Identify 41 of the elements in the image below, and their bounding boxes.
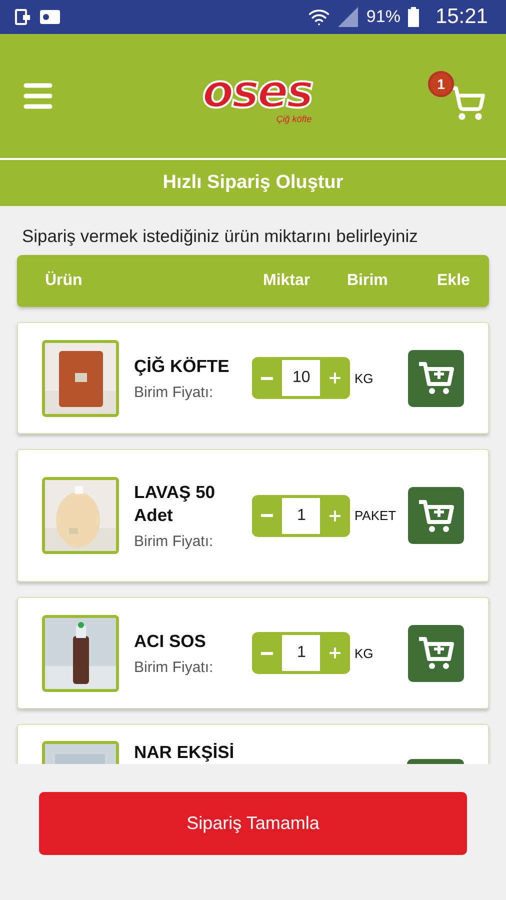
- product-name: ÇİĞ KÖFTE: [134, 355, 230, 378]
- complete-order-button[interactable]: Sipariş Tamamla: [39, 792, 467, 855]
- plus-icon: [327, 645, 344, 661]
- battery-level: 91%: [366, 7, 400, 27]
- minus-icon: [261, 514, 274, 517]
- column-header: Miktar: [263, 272, 312, 290]
- quantity-field[interactable]: 1: [282, 498, 320, 534]
- cart-icon[interactable]: [450, 85, 486, 121]
- add-to-cart-button[interactable]: [408, 624, 464, 682]
- unit-label: KG: [354, 370, 374, 386]
- cart-plus-icon: [416, 635, 455, 671]
- unit-price-label: Birim Fiyatı:: [134, 658, 214, 676]
- minus-icon: [261, 652, 274, 654]
- battery-icon: [408, 7, 420, 27]
- minus-icon: [261, 376, 274, 380]
- add-to-cart-button[interactable]: [408, 487, 464, 544]
- logo: oses Çiğ köfte: [202, 68, 312, 124]
- unit-price-label: Birim Fiyatı:: [134, 384, 214, 401]
- cart-plus-icon: [416, 498, 455, 534]
- cart-plus-icon: [416, 360, 455, 396]
- clock: 15:21: [435, 5, 488, 29]
- instruction-text: Sipariş vermek istediğiniz ürün miktarını belirleyiniz: [21, 225, 419, 248]
- column-header: Ekle: [437, 272, 471, 290]
- signal-icon: [338, 7, 358, 27]
- column-header: Birim: [347, 272, 389, 290]
- cart-count-badge: 1: [428, 71, 454, 97]
- plus-icon: [327, 370, 344, 386]
- quantity-field[interactable]: 10: [282, 360, 320, 396]
- quantity-field[interactable]: 1: [282, 635, 320, 671]
- product-name: LAVAŞ 50 Adet: [134, 481, 216, 527]
- unit-label: PAKET: [354, 508, 398, 523]
- add-to-cart-button[interactable]: [408, 350, 464, 406]
- plus-icon: [327, 508, 344, 524]
- card-icon: [40, 10, 60, 24]
- screenshot-icon: [14, 8, 32, 26]
- unit-label: KG: [354, 646, 374, 660]
- column-header: Ürün: [45, 272, 84, 290]
- product-name: NAR EKŞİSİ: [134, 741, 236, 764]
- product-name: ACI SOS: [134, 630, 207, 653]
- unit-price-label: Birim Fiyatı:: [134, 532, 214, 550]
- page-title: Hızlı Sipariş Oluştur: [162, 172, 344, 194]
